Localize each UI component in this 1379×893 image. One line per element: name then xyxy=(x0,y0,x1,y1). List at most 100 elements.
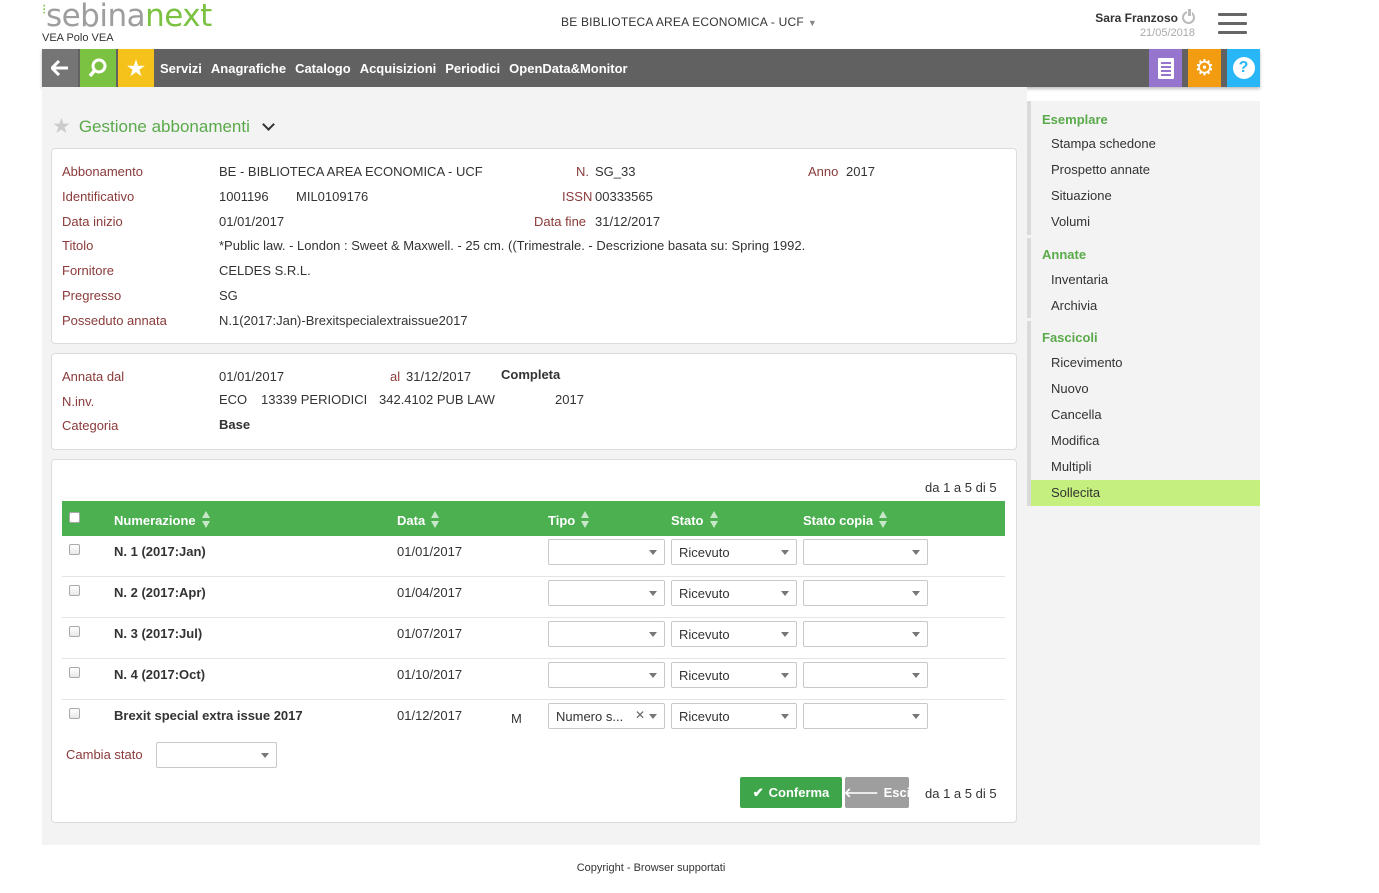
value-categoria: Base xyxy=(219,417,251,432)
tipo-select[interactable]: Numero s... ✕ xyxy=(548,703,665,729)
gear-icon[interactable]: ⚙ xyxy=(1188,49,1221,87)
sidebar-item-cancella[interactable]: Cancella xyxy=(1031,402,1260,428)
tipo-select[interactable] xyxy=(548,580,665,606)
sort-icon[interactable] xyxy=(709,511,718,529)
favorite-star-icon[interactable]: ★ xyxy=(52,114,71,139)
stato-copia-select[interactable] xyxy=(803,539,928,565)
session-date: 21/05/2018 xyxy=(1139,27,1195,39)
sort-icon[interactable] xyxy=(879,511,888,529)
col-numerazione[interactable]: Numerazione xyxy=(114,511,210,529)
value-n: SG_33 xyxy=(595,164,636,179)
label-pregresso: Pregresso xyxy=(62,288,122,303)
table-row: N. 2 (2017:Apr) 01/04/2017 Ricevuto xyxy=(62,577,1005,618)
sidebar-item-sollecita[interactable]: Sollecita xyxy=(1031,480,1260,506)
confirm-button[interactable]: ✔ Conferma xyxy=(740,777,842,808)
col-data[interactable]: Data xyxy=(397,511,440,529)
tipo-select[interactable] xyxy=(548,539,665,565)
row-checkbox[interactable] xyxy=(69,585,80,596)
row-checkbox[interactable] xyxy=(69,667,80,678)
value-inv-collocazione: 342.4102 PUB LAW xyxy=(379,392,495,407)
sidebar-item-stampa-schedone[interactable]: Stampa schedone xyxy=(1031,131,1260,157)
power-icon[interactable] xyxy=(1182,8,1195,24)
stato-select[interactable]: Ricevuto xyxy=(671,703,797,729)
stato-copia-select[interactable] xyxy=(803,662,928,688)
hamburger-menu-icon[interactable] xyxy=(1218,13,1247,35)
value-annata-dal: 01/01/2017 xyxy=(219,369,285,384)
nav-item-catalogo[interactable]: Catalogo xyxy=(295,61,351,76)
row-numerazione: N. 2 (2017:Apr) xyxy=(114,585,206,600)
app-header: ⁝sebinanext VEA Polo VEA BE BIBLIOTECA A… xyxy=(42,0,1260,49)
label-titolo: Titolo xyxy=(62,238,94,253)
issues-panel: da 1 a 5 di 5 Numerazione Data Tipo Stat… xyxy=(51,459,1017,823)
nav-item-anagrafiche[interactable]: Anagrafiche xyxy=(211,61,286,76)
library-selector[interactable]: BE BIBLIOTECA AREA ECONOMICA - UCF ▼ xyxy=(561,15,817,29)
sidebar-item-multipli[interactable]: Multipli xyxy=(1031,454,1260,480)
sidebar-heading-fascicoli: Fascicoli xyxy=(1042,330,1098,345)
main-navbar: ★ Servizi Anagrafiche Catalogo Acquisizi… xyxy=(42,49,1260,87)
document-icon[interactable] xyxy=(1149,49,1182,87)
row-data: 01/12/2017 xyxy=(397,708,463,723)
nav-item-periodici[interactable]: Periodici xyxy=(445,61,500,76)
value-issn: 00333565 xyxy=(595,189,653,204)
stato-select[interactable]: Ricevuto xyxy=(671,662,797,688)
value-annata-al: 31/12/2017 xyxy=(406,369,472,384)
nav-item-acquisizioni[interactable]: Acquisizioni xyxy=(360,61,437,76)
select-all-checkbox[interactable] xyxy=(69,512,80,523)
tipo-select[interactable] xyxy=(548,662,665,688)
search-icon[interactable] xyxy=(80,49,116,87)
nav-item-opendata[interactable]: OpenData&Monitor xyxy=(509,61,627,76)
stato-select[interactable]: Ricevuto xyxy=(671,580,797,606)
stato-select[interactable]: Ricevuto xyxy=(671,621,797,647)
col-stato[interactable]: Stato xyxy=(671,511,718,529)
stato-copia-select[interactable] xyxy=(803,703,928,729)
subscription-details-panel: Abbonamento BE - BIBLIOTECA AREA ECONOMI… xyxy=(51,148,1017,344)
favorites-star-icon[interactable]: ★ xyxy=(118,49,154,87)
table-row: N. 3 (2017:Jul) 01/07/2017 Ricevuto xyxy=(62,618,1005,659)
clear-x-icon[interactable]: ✕ xyxy=(635,708,645,722)
sort-icon[interactable] xyxy=(431,511,440,529)
row-numerazione: Brexit special extra issue 2017 xyxy=(114,708,303,723)
pager-bottom: da 1 a 5 di 5 xyxy=(925,786,997,801)
stato-copia-select[interactable] xyxy=(803,580,928,606)
page-title: Gestione abbonamenti xyxy=(78,116,250,136)
sidebar-item-situazione[interactable]: Situazione xyxy=(1031,183,1260,209)
sidebar-heading-annate: Annate xyxy=(1042,247,1087,262)
sidebar-item-volumi[interactable]: Volumi xyxy=(1031,209,1260,235)
row-checkbox[interactable] xyxy=(69,544,80,555)
row-numerazione: N. 4 (2017:Oct) xyxy=(114,667,206,682)
label-issn: ISSN xyxy=(562,189,593,204)
sidebar-item-archivia[interactable]: Archivia xyxy=(1031,293,1260,319)
actions-sidebar: Esemplare Stampa schedone Prospetto anna… xyxy=(1027,101,1260,845)
stato-copia-select[interactable] xyxy=(803,621,928,647)
col-stato-copia[interactable]: Stato copia xyxy=(803,511,888,529)
tipo-select[interactable] xyxy=(548,621,665,647)
stato-select[interactable]: Ricevuto xyxy=(671,539,797,565)
sidebar-item-nuovo[interactable]: Nuovo xyxy=(1031,376,1260,402)
value-fornitore: CELDES S.R.L. xyxy=(219,263,311,278)
user-name: Sara Franzoso xyxy=(1095,11,1178,25)
label-categoria: Categoria xyxy=(62,418,119,433)
footer[interactable]: Copyright - Browser supportati xyxy=(0,862,1302,874)
row-checkbox[interactable] xyxy=(69,708,80,719)
sidebar-heading-esemplare: Esemplare xyxy=(1042,112,1108,127)
label-identificativo: Identificativo xyxy=(62,189,135,204)
sidebar-item-inventaria[interactable]: Inventaria xyxy=(1031,267,1260,293)
nav-item-servizi[interactable]: Servizi xyxy=(160,61,202,76)
check-icon: ✔ xyxy=(752,784,764,800)
chevron-down-icon[interactable] xyxy=(262,117,275,131)
cambia-stato-select[interactable] xyxy=(156,742,277,768)
help-icon[interactable]: ? xyxy=(1227,49,1260,87)
sort-icon[interactable] xyxy=(581,511,590,529)
back-arrow-icon[interactable] xyxy=(42,49,78,87)
row-checkbox[interactable] xyxy=(69,626,80,637)
col-tipo[interactable]: Tipo xyxy=(548,511,590,529)
sidebar-item-modifica[interactable]: Modifica xyxy=(1031,428,1260,454)
logo-text-sebina: sebina xyxy=(45,0,146,34)
sort-icon[interactable] xyxy=(201,511,210,529)
table-header: Numerazione Data Tipo Stato Stato copia xyxy=(62,501,1005,536)
exit-button[interactable]: 🡐 Esci xyxy=(844,777,910,808)
row-m: M xyxy=(511,711,522,726)
sidebar-item-prospetto-annate[interactable]: Prospetto annate xyxy=(1031,157,1260,183)
logo-dots-icon: ⁝ xyxy=(42,2,46,18)
sidebar-item-ricevimento[interactable]: Ricevimento xyxy=(1031,350,1260,376)
